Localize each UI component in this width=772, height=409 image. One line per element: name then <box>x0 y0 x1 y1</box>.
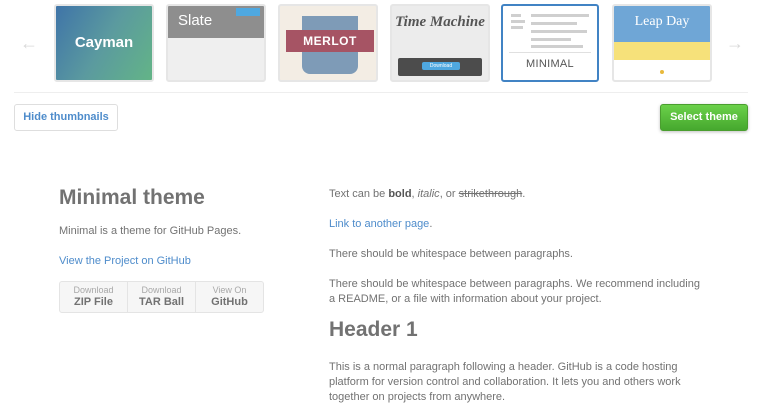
download-label: TAR Ball <box>138 296 185 308</box>
text-suffix: . <box>429 218 433 230</box>
thumb-line <box>531 45 583 48</box>
formatting-paragraph: Text can be bold, italic, or strikethrou… <box>329 187 729 202</box>
link-paragraph: Link to another page. <box>329 217 729 232</box>
theme-title: Minimal theme <box>59 186 205 209</box>
theme-thumb-leap-day[interactable]: Leap Day <box>612 4 712 82</box>
thumb-line <box>531 14 589 17</box>
thumb-line <box>511 26 523 29</box>
text-prefix: Text can be <box>329 188 389 200</box>
theme-thumb-label: Slate <box>178 12 213 29</box>
thumb-line <box>511 20 525 23</box>
thumb-download-button: Download <box>422 62 460 70</box>
next-arrow-icon[interactable]: → <box>724 30 746 56</box>
text-suffix: . <box>522 188 526 200</box>
theme-thumb-label: Leap Day <box>634 14 690 29</box>
theme-thumb-cayman[interactable]: Cayman <box>54 4 154 82</box>
thumb-accent <box>236 8 260 16</box>
view-project-link[interactable]: View the Project on GitHub <box>59 255 191 267</box>
strikethrough-text: strikethrough <box>458 188 523 200</box>
download-zip-button[interactable]: Download ZIP File <box>60 282 128 312</box>
download-caption: View On <box>212 285 247 295</box>
theme-thumb-time-machine[interactable]: Time Machine Download <box>390 4 490 82</box>
paragraph: There should be whitespace between parag… <box>329 278 700 305</box>
another-page-link[interactable]: Link to another page <box>329 218 429 230</box>
thumb-separator <box>509 52 591 53</box>
header-1: Header 1 <box>329 318 418 341</box>
bold-text: bold <box>388 188 412 200</box>
theme-thumb-label: MERLOT <box>286 30 374 52</box>
thumb-line <box>511 14 521 17</box>
theme-chooser-page: ← Cayman Slate MERLOT Time Machine Downl… <box>0 0 772 409</box>
prev-arrow-icon[interactable]: ← <box>18 30 40 56</box>
theme-thumb-label: MINIMAL <box>526 58 574 70</box>
theme-thumb-minimal[interactable]: MINIMAL <box>501 4 599 82</box>
divider <box>14 92 748 93</box>
thumb-line <box>531 30 587 33</box>
download-label: GitHub <box>211 296 248 308</box>
theme-description: Minimal is a theme for GitHub Pages. <box>59 225 242 237</box>
view-on-github-button[interactable]: View On GitHub <box>196 282 263 312</box>
thumb-line <box>531 22 577 25</box>
thumb-yellow-band <box>614 42 710 60</box>
select-theme-button[interactable]: Select theme <box>660 104 748 131</box>
download-caption: Download <box>141 285 182 295</box>
download-caption: Download <box>73 285 114 295</box>
download-tar-button[interactable]: Download TAR Ball <box>128 282 196 312</box>
download-label: ZIP File <box>74 296 113 308</box>
hide-thumbnails-button[interactable]: Hide thumbnails <box>14 104 118 131</box>
theme-thumb-slate[interactable]: Slate <box>166 4 266 82</box>
thumb-dot <box>660 70 664 74</box>
paragraph: This is a normal paragraph following a h… <box>329 361 681 403</box>
theme-thumb-merlot[interactable]: MERLOT <box>278 4 378 82</box>
italic-text: italic <box>417 188 440 200</box>
download-buttons: Download ZIP File Download TAR Ball View… <box>59 281 264 313</box>
theme-thumb-label: Time Machine <box>395 14 485 30</box>
paragraph: There should be whitespace between parag… <box>329 248 573 260</box>
thumb-line <box>531 38 571 41</box>
theme-thumb-label: Cayman <box>74 34 134 51</box>
text-sep: , or <box>439 188 459 200</box>
